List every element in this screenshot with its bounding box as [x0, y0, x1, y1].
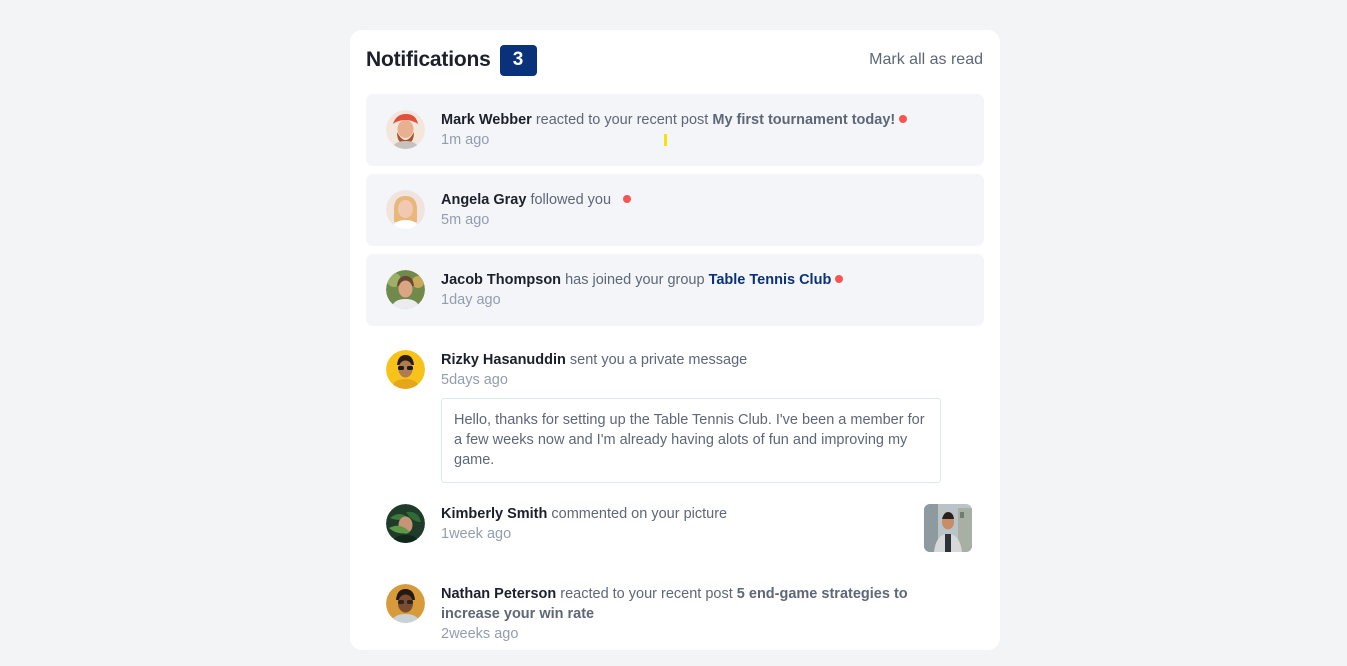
notification-content: Angela Gray followed you 5m ago [441, 190, 924, 230]
notification-content: Mark Webber reacted to your recent post … [441, 110, 924, 150]
notification-content: Kimberly Smith commented on your picture… [441, 504, 924, 544]
notification-action: has joined your group [565, 272, 705, 288]
post-link[interactable]: My first tournament today! [712, 112, 895, 128]
notification-content: Jacob Thompson has joined your group Tab… [441, 270, 924, 310]
mark-all-as-read-button[interactable]: Mark all as read [869, 51, 983, 69]
notification-item[interactable]: Rizky Hasanuddin sent you a private mess… [366, 334, 984, 484]
notification-time: 5days ago [441, 372, 508, 388]
user-name[interactable]: Rizky Hasanuddin [441, 352, 566, 368]
notification-action: commented on your picture [551, 506, 728, 522]
notification-time: 1m ago [441, 132, 490, 148]
notification-content: Nathan Peterson reacted to your recent p… [441, 584, 929, 644]
unread-dot [899, 115, 908, 123]
private-message[interactable]: Hello, thanks for setting up the Table T… [441, 398, 941, 483]
notification-item[interactable]: Mark Webber reacted to your recent post … [366, 94, 984, 166]
user-name[interactable]: Kimberly Smith [441, 506, 547, 522]
avatar[interactable] [386, 110, 425, 149]
notification-item[interactable]: Jacob Thompson has joined your group Tab… [366, 254, 984, 326]
notification-time: 1week ago [441, 526, 512, 542]
unread-dot [835, 275, 844, 283]
commented-picture[interactable] [924, 504, 972, 552]
notification-action: reacted to your recent post [560, 586, 733, 602]
notification-action: reacted to your recent post [535, 112, 709, 128]
user-name[interactable]: Jacob Thompson [441, 272, 561, 288]
avatar[interactable] [386, 504, 425, 543]
avatar[interactable] [386, 190, 425, 229]
page-title: Notifications [366, 48, 491, 71]
group-link[interactable]: Table Tennis Club [709, 272, 832, 288]
notification-time: 5m ago [441, 212, 490, 228]
unread-count-badge: 3 [499, 44, 537, 76]
avatar[interactable] [386, 584, 425, 623]
notification-item[interactable]: Nathan Peterson reacted to your recent p… [366, 574, 984, 666]
text-cursor-marker [664, 134, 667, 146]
user-name[interactable]: Mark Webber [441, 112, 532, 128]
user-name[interactable]: Angela Gray [441, 192, 526, 208]
avatar[interactable] [386, 270, 425, 309]
notification-time: 1day ago [441, 292, 501, 308]
title-wrap: Notifications 3 [366, 44, 537, 76]
notifications-header: Notifications 3 Mark all as read [366, 44, 983, 76]
notification-time: 2weeks ago [441, 626, 519, 642]
notification-action: followed you [530, 192, 612, 208]
unread-dot [623, 195, 632, 203]
user-name[interactable]: Nathan Peterson [441, 586, 556, 602]
avatar[interactable] [386, 350, 425, 389]
notification-item[interactable]: Kimberly Smith commented on your picture… [366, 494, 984, 566]
notification-content: Rizky Hasanuddin sent you a private mess… [441, 350, 924, 390]
notification-action: sent you a private message [569, 352, 748, 368]
notification-item[interactable]: Angela Gray followed you 5m ago [366, 174, 984, 246]
notifications-card: Notifications 3 Mark all as read Mark We… [350, 30, 1000, 650]
